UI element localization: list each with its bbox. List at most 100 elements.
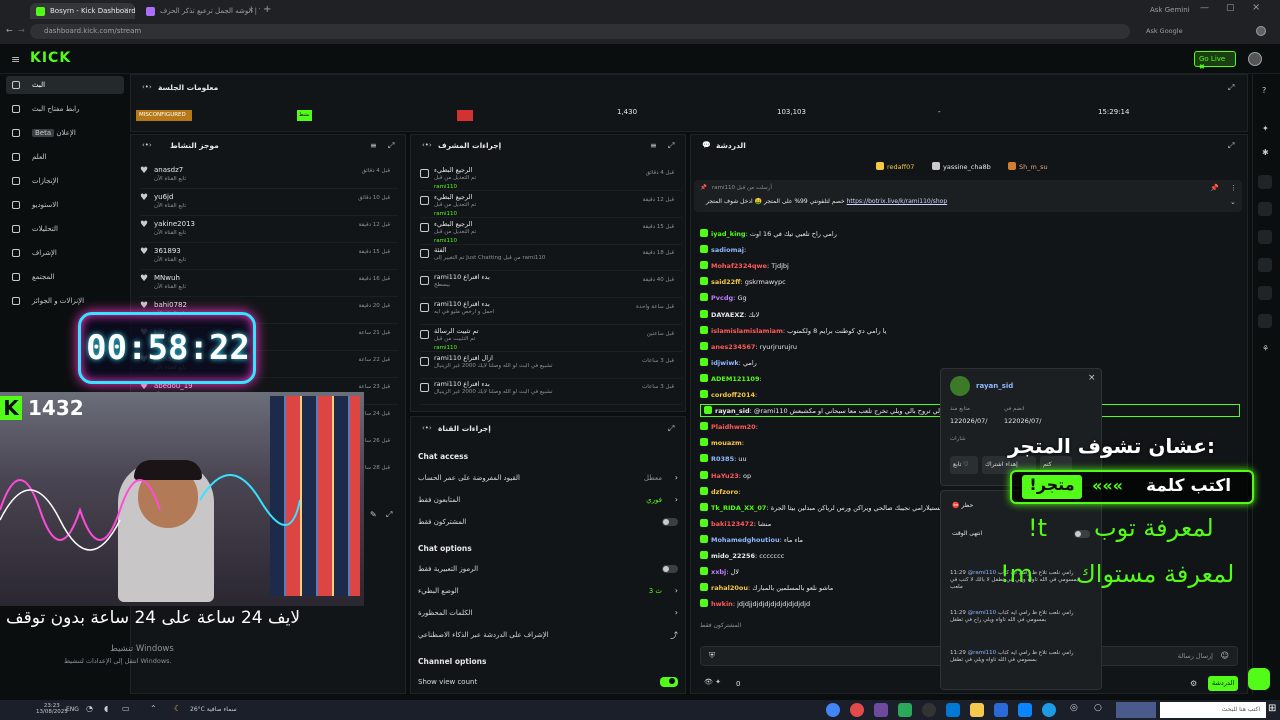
volume-icon[interactable]: ◖ bbox=[104, 704, 108, 713]
chat-username[interactable]: HaYu23 bbox=[711, 472, 739, 480]
folder-icon[interactable] bbox=[970, 703, 984, 717]
chat-username[interactable]: Mohaf2324qwe bbox=[711, 262, 767, 270]
pinned-link[interactable]: https://botrix.live/k/rami110/shop bbox=[847, 198, 948, 205]
sidebar-item-studio[interactable]: الاستوديو bbox=[6, 196, 124, 214]
ask-google-button[interactable]: Ask Google bbox=[1146, 27, 1183, 35]
minimize-icon[interactable]: — bbox=[1200, 3, 1209, 13]
dashboard-icon[interactable]: ✦ bbox=[1262, 124, 1269, 133]
whatsapp-icon[interactable] bbox=[898, 703, 912, 717]
task-view-icon[interactable]: ◎ bbox=[1070, 703, 1078, 713]
wrench-icon[interactable] bbox=[1258, 314, 1272, 328]
popout-icon[interactable]: ⤢ bbox=[1228, 83, 1234, 93]
chat-bubble-icon[interactable] bbox=[1258, 230, 1272, 244]
edit-icon[interactable]: ✎ bbox=[370, 510, 377, 519]
windows-start-icon[interactable]: ⊞ bbox=[1268, 703, 1276, 714]
sidebar-item-flag[interactable]: العلم bbox=[6, 148, 124, 166]
chat-username[interactable]: iyad_king bbox=[711, 230, 746, 238]
kick-logo[interactable]: KICK bbox=[30, 50, 71, 66]
top-user-1[interactable]: redaff07 bbox=[876, 162, 914, 171]
chat-username[interactable]: xxbj bbox=[711, 568, 726, 576]
timeout-toggle[interactable] bbox=[1074, 530, 1090, 538]
gear-icon[interactable]: ⚙ bbox=[1190, 679, 1197, 688]
obs-icon[interactable] bbox=[874, 703, 888, 717]
popout-icon[interactable]: ⤢ bbox=[386, 510, 392, 520]
mod-action-user[interactable]: rami110 bbox=[434, 345, 457, 351]
chat-username[interactable]: idjwiwk bbox=[711, 359, 739, 367]
forward-icon[interactable]: → bbox=[18, 26, 25, 35]
chat-username[interactable]: islamislamislamiam bbox=[711, 327, 783, 335]
close-icon[interactable]: × bbox=[123, 6, 129, 14]
feed-username[interactable]: MNwuh bbox=[154, 274, 180, 282]
close-icon[interactable]: × bbox=[248, 6, 254, 14]
popout-icon[interactable]: ⤢ bbox=[668, 141, 674, 151]
tab-kick-dashboard[interactable]: Bosyrn - Kick Dashboard × bbox=[30, 3, 135, 19]
chat-username[interactable]: baki123472 bbox=[711, 520, 754, 528]
mod-action-user[interactable]: rami110 bbox=[434, 238, 457, 244]
unpin-icon[interactable]: 📌 bbox=[1210, 184, 1219, 192]
new-tab-icon[interactable]: + bbox=[263, 4, 271, 15]
emote-only-toggle[interactable] bbox=[662, 565, 678, 573]
clipboard-icon[interactable] bbox=[1258, 202, 1272, 216]
top-user-2[interactable]: yassine_cha8b bbox=[932, 162, 991, 171]
chevron-up-icon[interactable]: ⌃ bbox=[150, 704, 157, 713]
chat-username[interactable]: hwkin bbox=[711, 600, 733, 608]
window-close-icon[interactable]: × bbox=[1252, 2, 1260, 13]
chat-username[interactable]: dzfzoro bbox=[711, 488, 738, 496]
chat-username[interactable]: Tk_RIDA_XX_07 bbox=[711, 504, 766, 512]
go-live-button[interactable]: Go Live ✖ bbox=[1194, 51, 1236, 71]
mail-icon[interactable] bbox=[994, 703, 1008, 717]
ai-moderation-row[interactable]: الإشراف على الدردشة عبر الذكاء الاصطناعي… bbox=[418, 631, 680, 645]
edge-icon[interactable] bbox=[1042, 703, 1056, 717]
store-icon[interactable] bbox=[946, 703, 960, 717]
collapse-icon[interactable]: ‹•› bbox=[142, 141, 152, 149]
chat-username[interactable]: R0385 bbox=[711, 455, 734, 463]
more-tools-icon[interactable]: ⚘ bbox=[1262, 344, 1269, 353]
chat-username[interactable]: ADEM121109 bbox=[711, 375, 759, 383]
back-icon[interactable]: ← bbox=[6, 26, 13, 35]
feed-username[interactable]: 361893 bbox=[154, 247, 181, 255]
chat-username[interactable]: mouazm bbox=[711, 439, 742, 447]
emoji-icon[interactable]: ☺ bbox=[1221, 651, 1229, 660]
app-icon[interactable] bbox=[922, 703, 936, 717]
bug-icon[interactable]: ✱ bbox=[1262, 148, 1269, 157]
layout-icon[interactable] bbox=[1258, 286, 1272, 300]
ban-button[interactable]: ⛔ حظر bbox=[952, 502, 973, 509]
close-icon[interactable]: × bbox=[1088, 373, 1096, 383]
feed-username[interactable]: anasdz7 bbox=[154, 166, 183, 174]
address-bar[interactable]: dashboard.kick.com/stream bbox=[30, 24, 1130, 39]
subscribers-only-toggle[interactable] bbox=[662, 518, 678, 526]
follow-button[interactable]: تابع ♡ bbox=[950, 456, 978, 474]
chat-username[interactable]: cordoff2014 bbox=[711, 391, 755, 399]
slow-mode-row[interactable]: الوضع البطيء 3 ث › bbox=[418, 586, 680, 601]
more-icon[interactable]: ⋮ bbox=[1230, 184, 1237, 192]
avatar[interactable] bbox=[1248, 52, 1262, 66]
sidebar-item-ads[interactable]: الإعلان Beta bbox=[6, 124, 124, 142]
collapse-icon[interactable]: ‹•› bbox=[142, 83, 152, 91]
filter-icon[interactable]: ≡ bbox=[370, 141, 377, 150]
banned-words-row[interactable]: الكلمات المحظورة › bbox=[418, 608, 680, 623]
feed-username[interactable]: yakine2013 bbox=[154, 220, 195, 228]
top-user-3[interactable]: Sh_m_su bbox=[1008, 162, 1048, 171]
sidebar-item-stream[interactable]: البث bbox=[6, 76, 124, 94]
chat-username[interactable]: DAYAEXZ bbox=[711, 311, 744, 319]
user-card-name[interactable]: rayan_sid bbox=[976, 382, 1013, 390]
popout-icon[interactable]: ⤢ bbox=[1228, 141, 1234, 151]
sidebar-item-analytics[interactable]: التحليلات bbox=[6, 220, 124, 238]
popout-icon[interactable]: ⤢ bbox=[668, 424, 674, 434]
chat-username[interactable]: anes234567 bbox=[711, 343, 755, 351]
send-chat-button[interactable]: الدردشة bbox=[1208, 676, 1238, 691]
collapse-icon[interactable]: ‹•› bbox=[422, 141, 432, 149]
chat-username[interactable]: mido_22256 bbox=[711, 552, 755, 560]
chrome-icon[interactable] bbox=[826, 703, 840, 717]
sidebar-item-achievements[interactable]: الإنجازات bbox=[6, 172, 124, 190]
chat-username[interactable]: rayan_sid bbox=[715, 407, 750, 415]
chat-username[interactable]: Mohamedghoutiou bbox=[711, 536, 780, 544]
profile-avatar[interactable] bbox=[1256, 26, 1266, 36]
chat-username[interactable]: rahal20ou bbox=[711, 584, 748, 592]
feed-username[interactable]: bahi0782 bbox=[154, 301, 187, 309]
battery-icon[interactable]: ▭ bbox=[122, 704, 130, 713]
followers-only-row[interactable]: المتابعون فقط فوري › bbox=[418, 495, 680, 510]
sidebar-item-moderation[interactable]: الإشراف bbox=[6, 244, 124, 262]
chat-username[interactable]: Plaidhwm20 bbox=[711, 423, 756, 431]
weather-text[interactable]: 26°C سماء صافية bbox=[190, 706, 237, 713]
